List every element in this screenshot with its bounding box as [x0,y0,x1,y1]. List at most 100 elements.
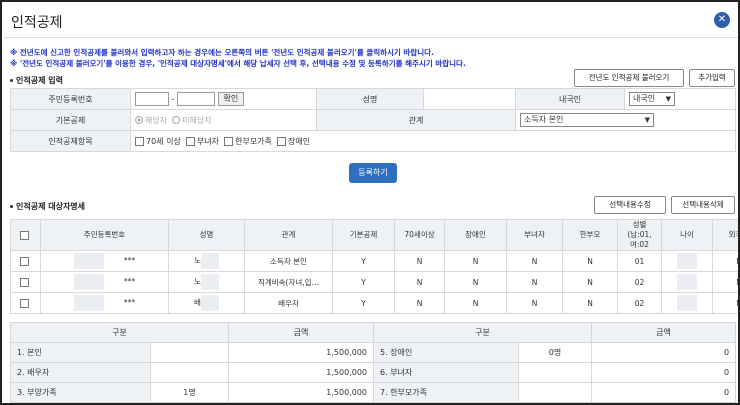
row-foreign: N [712,292,738,314]
summary-col-category-1: 구분 [9,322,230,343]
row-relation: 배우자 [244,292,333,314]
row-over70: N [394,250,445,272]
checkbox-disabled[interactable] [277,136,286,146]
radio-yes[interactable] [135,116,143,124]
row-name: 노 [168,271,245,293]
summary-row: 1. 본인 1,500,000 5. 장애인 0명 0 [10,342,737,363]
col-id: 주민등록번호 [40,219,169,251]
notice-line-1: ※ 전년도에 신고한 인적공제를 불러와서 입력하고자 하는 경우에는 오른쪽의… [10,48,434,57]
id-front-input[interactable] [135,92,169,106]
checkbox-select-all[interactable] [20,230,29,240]
bullet-icon [10,79,13,82]
row-name: 노 [168,250,245,272]
table-row[interactable]: *** 노 직계비속(자녀,입… Y N N N N 02 N [10,271,738,293]
checkbox-single-parent[interactable] [224,136,234,146]
list-header-row: 주민등록번호 성명 관계 기본공제 70세이상 장애인 부녀자 한부모 성별 (… [10,219,738,251]
masked-block [73,274,104,290]
summary-col-amount-2: 금액 [591,322,737,343]
deduction-list-table: 주민등록번호 성명 관계 기본공제 70세이상 장애인 부녀자 한부모 성별 (… [10,219,738,314]
checkbox-female[interactable] [185,136,195,146]
bullet-icon [10,205,13,208]
summary-col-category-2: 구분 [373,322,593,343]
row-id: *** [40,271,169,293]
id-cell: - 확인 [130,88,317,110]
row-checkbox[interactable] [20,256,29,266]
col-over70: 70세이상 [394,219,445,251]
prev-year-load-button[interactable]: 전년도 인적공제 불러오기 [574,69,684,87]
row-foreign: N [712,250,738,272]
row-female: N [506,250,563,272]
delete-selected-button[interactable]: 선택내용삭제 [671,196,735,214]
edit-selected-button[interactable]: 선택내용수정 [594,196,666,214]
relation-select[interactable]: 소득자 본인 ▼ [520,113,654,127]
row-relation: 소득자 본인 [244,250,333,272]
col-basic: 기본공제 [332,219,395,251]
col-name: 성명 [168,219,245,251]
row-over70: N [394,292,445,314]
row-single: N [562,250,618,272]
col-disabled: 장애인 [444,219,507,251]
row-disabled: N [444,271,507,293]
row-id: *** [40,250,169,272]
name-label: 성명 [316,88,424,110]
row-disabled: N [444,250,507,272]
row-age [661,271,713,293]
chevron-down-icon: ▼ [644,116,650,124]
dialog: 인적공제 ✕ ※ 전년도에 신고한 인적공제를 불러와서 입력하고자 하는 경우… [0,0,740,405]
input-form-table: 주민등록번호 - 확인 성명 내국인 내국인 ▼ 기본공제 해당자 미해당자 관계… [10,88,736,152]
select-all-cell [10,219,41,251]
nationality-cell: 내국인 ▼ [624,88,736,110]
summary-header-row: 구분 금액 구분 금액 [9,322,737,343]
row-age [661,250,713,272]
add-input-button[interactable]: 추가입력 [689,69,735,87]
masked-block [677,253,697,269]
notice-line-2: ※ '전년도 인적공제 불러오기'를 이용한 경우, '인적공제 대상자명세'에… [10,59,466,68]
row-foreign: N [712,271,738,293]
row-basic: Y [332,271,395,293]
col-foreign: 외국인 [712,219,738,251]
dialog-titlebar: 인적공제 ✕ [4,4,738,38]
row-female: N [506,271,563,293]
masked-block [677,274,697,290]
row-id: *** [40,292,169,314]
summary-row: 3. 부양가족 1명 1,500,000 7. 한부모가족 0 [10,382,737,403]
chevron-down-icon: ▼ [665,95,671,103]
row-female: N [506,292,563,314]
row-single: N [562,271,618,293]
deduction-items-label: 인적공제항목 [10,130,131,152]
relation-cell: 소득자 본인 ▼ [515,109,736,131]
relation-label: 관계 [316,109,516,131]
list-section-title: 인적공제 대상자명세 [10,201,85,212]
col-relation: 관계 [244,219,333,251]
masked-block [677,295,697,311]
id-dash: - [171,94,175,104]
col-age: 나이 [661,219,713,251]
basic-deduction-label: 기본공제 [10,109,131,131]
row-age [661,292,713,314]
col-single-parent: 한부모 [562,219,618,251]
summary-col-amount-1: 금액 [228,322,375,343]
row-checkbox[interactable] [20,298,29,308]
confirm-button[interactable]: 확인 [217,92,245,106]
col-female: 부녀자 [506,219,563,251]
row-basic: Y [332,250,395,272]
id-label: 주민등록번호 [10,88,131,110]
masked-block [73,253,104,269]
col-gender: 성별 (남:01,여:02 [617,219,662,251]
dialog-title: 인적공제 [11,15,63,31]
row-gender: 01 [617,250,662,272]
nationality-select[interactable]: 내국인 ▼ [629,92,675,106]
table-row[interactable]: *** 배 배우자 Y N N N N 02 N [10,292,738,314]
row-single: N [562,292,618,314]
name-cell [423,88,516,110]
row-disabled: N [444,292,507,314]
table-row[interactable]: *** 노 소득자 본인 Y N N N N 01 N [10,250,738,272]
summary-row: 2. 배우자 1,500,000 6. 부녀자 0 [10,362,737,383]
id-back-input[interactable] [176,92,215,106]
row-checkbox[interactable] [20,277,29,287]
checkbox-over70[interactable] [135,136,144,146]
register-button[interactable]: 등록하기 [349,163,397,183]
nationality-label: 내국인 [515,88,625,110]
radio-no[interactable] [172,116,181,124]
close-icon[interactable]: ✕ [714,12,730,28]
